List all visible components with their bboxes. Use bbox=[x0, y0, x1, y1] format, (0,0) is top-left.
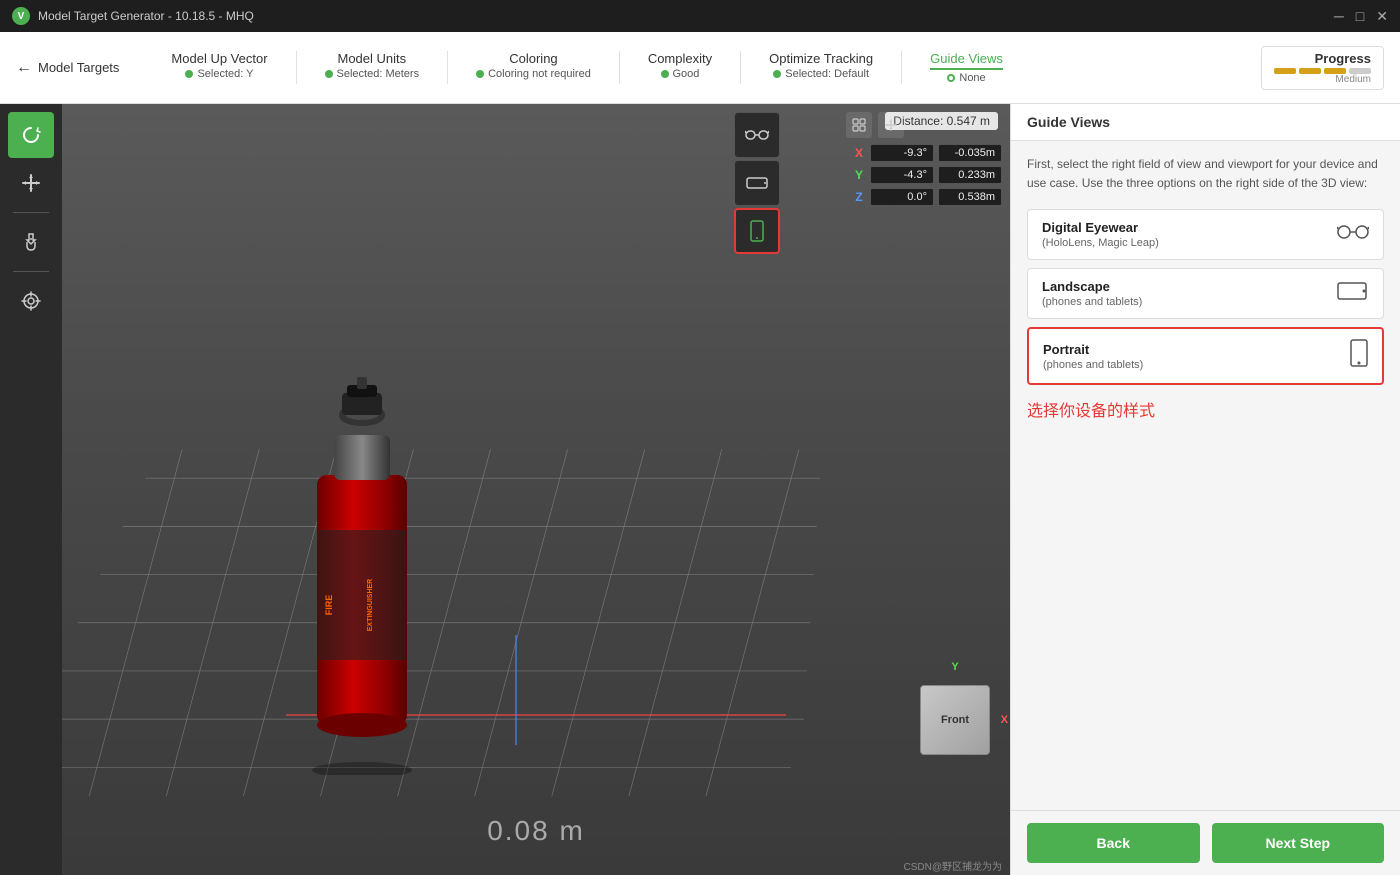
reset-view-icon[interactable] bbox=[846, 112, 872, 138]
left-toolbar bbox=[0, 104, 62, 875]
y-position-input[interactable] bbox=[938, 166, 1002, 184]
progress-indicator: Back Progress Medium bbox=[1261, 46, 1384, 90]
x-rotation-input[interactable] bbox=[870, 144, 934, 162]
watermark: CSDN@野区捕龙为为 bbox=[904, 858, 1003, 873]
back-arrow-icon: ← bbox=[16, 59, 32, 77]
target-icon bbox=[20, 290, 42, 312]
panel-footer: Back Next Step bbox=[1011, 810, 1400, 875]
eyewear-view-btn[interactable] bbox=[734, 112, 780, 158]
back-to-model-targets[interactable]: ← Model Targets bbox=[16, 59, 119, 77]
rotate-icon bbox=[20, 124, 42, 146]
z-axis-label: Z bbox=[852, 190, 866, 204]
y-axis-label: Y bbox=[852, 168, 866, 182]
back-button[interactable]: Back bbox=[1027, 823, 1200, 863]
pan-tool[interactable] bbox=[8, 219, 54, 265]
main-area: FIRE EXTINGUISHER Distance: 0.547 m bbox=[0, 104, 1400, 875]
back-label: Model Targets bbox=[38, 60, 119, 75]
move-gizmo-icon[interactable] bbox=[878, 112, 904, 138]
z-rotation-input[interactable] bbox=[870, 188, 934, 206]
move-tool[interactable] bbox=[8, 160, 54, 206]
x-transform-row: X bbox=[852, 144, 1002, 162]
viewport-background bbox=[62, 104, 1010, 875]
progress-bar-1 bbox=[1274, 68, 1296, 74]
view-cube[interactable]: Y Front X bbox=[920, 685, 990, 755]
panel-body: First, select the right field of view an… bbox=[1011, 141, 1400, 810]
option-portrait[interactable]: Portrait (phones and tablets) bbox=[1027, 327, 1384, 385]
titlebar: V Model Target Generator - 10.18.5 - MHQ… bbox=[0, 0, 1400, 32]
panel-header: Guide Views bbox=[1011, 104, 1400, 141]
status-dot bbox=[325, 70, 333, 78]
app-title: Model Target Generator - 10.18.5 - MHQ bbox=[38, 9, 254, 23]
status-dot bbox=[185, 70, 193, 78]
toolbar-separator bbox=[13, 212, 49, 213]
cube-face-front[interactable]: Front bbox=[920, 685, 990, 755]
step-model-up-vector[interactable]: Model Up Vector Selected: Y bbox=[143, 51, 296, 84]
progress-bar-2 bbox=[1299, 68, 1321, 74]
y-transform-row: Y bbox=[852, 166, 1002, 184]
view-mode-panel bbox=[734, 112, 780, 254]
portrait-option-icon bbox=[1350, 339, 1368, 373]
nav-steps: Model Up Vector Selected: Y Model Units … bbox=[143, 51, 1261, 84]
z-position-input[interactable] bbox=[938, 188, 1002, 206]
eyewear-option-icon bbox=[1337, 222, 1369, 248]
transform-controls: X Y Z bbox=[852, 144, 1002, 206]
z-transform-row: Z bbox=[852, 188, 1002, 206]
y-axis-indicator: Y bbox=[951, 661, 958, 673]
status-dot bbox=[773, 70, 781, 78]
app-logo: V bbox=[12, 7, 30, 25]
x-axis-label: X bbox=[852, 146, 866, 160]
x-axis-indicator: X bbox=[1001, 714, 1008, 726]
device-style-note: 选择你设备的样式 bbox=[1027, 397, 1384, 421]
status-dot bbox=[661, 70, 669, 78]
panel-intro-text: First, select the right field of view an… bbox=[1027, 155, 1384, 193]
transform-icon-group bbox=[846, 112, 904, 138]
toolbar-separator-2 bbox=[13, 271, 49, 272]
status-dot-outline bbox=[947, 74, 955, 82]
close-button[interactable]: ✕ bbox=[1376, 8, 1388, 25]
navbar: ← Model Targets Model Up Vector Selected… bbox=[0, 32, 1400, 104]
y-rotation-input[interactable] bbox=[870, 166, 934, 184]
maximize-button[interactable]: □ bbox=[1356, 8, 1364, 25]
step-coloring[interactable]: Coloring Coloring not required bbox=[448, 51, 620, 84]
right-panel: Guide Views First, select the right fiel… bbox=[1010, 104, 1400, 875]
option-landscape[interactable]: Landscape (phones and tablets) bbox=[1027, 268, 1384, 319]
x-position-input[interactable] bbox=[938, 144, 1002, 162]
step-optimize-tracking[interactable]: Optimize Tracking Selected: Default bbox=[741, 51, 902, 84]
step-guide-views[interactable]: Guide Views None bbox=[902, 51, 1031, 84]
landscape-view-btn[interactable] bbox=[734, 160, 780, 206]
next-step-button[interactable]: Next Step bbox=[1212, 823, 1385, 863]
move-icon bbox=[20, 172, 42, 194]
target-tool[interactable] bbox=[8, 278, 54, 324]
3d-viewport[interactable]: FIRE EXTINGUISHER Distance: 0.547 m bbox=[62, 104, 1010, 875]
step-model-units[interactable]: Model Units Selected: Meters bbox=[297, 51, 449, 84]
step-complexity[interactable]: Complexity Good bbox=[620, 51, 741, 84]
minimize-button[interactable]: ─ bbox=[1334, 8, 1344, 25]
portrait-view-btn[interactable] bbox=[734, 208, 780, 254]
rotate-tool[interactable] bbox=[8, 112, 54, 158]
pan-icon bbox=[20, 231, 42, 253]
status-dot bbox=[476, 70, 484, 78]
scale-label: 0.08 m bbox=[487, 815, 585, 847]
option-digital-eyewear[interactable]: Digital Eyewear (HoloLens, Magic Leap) bbox=[1027, 209, 1384, 260]
landscape-option-icon bbox=[1337, 280, 1369, 308]
